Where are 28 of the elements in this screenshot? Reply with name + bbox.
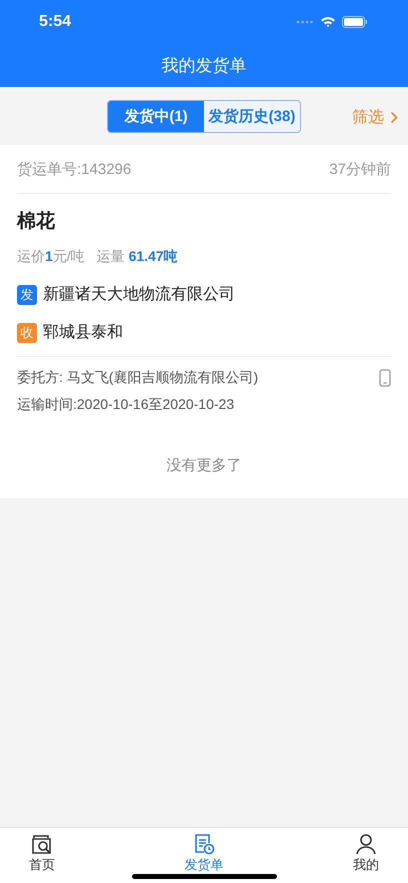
- transport-period: 运输时间:2020-10-16至2020-10-23: [17, 396, 236, 414]
- place-name: 新疆诸天大地物流有限公司: [43, 284, 235, 305]
- tab[interactable]: 发货中(1): [108, 100, 204, 132]
- user-icon: [355, 833, 377, 855]
- phone-icon[interactable]: [379, 369, 391, 387]
- battery-icon: [342, 16, 368, 28]
- end-note: 没有更多了: [166, 456, 242, 475]
- bottom-tab[interactable]: 我的: [349, 828, 383, 883]
- shipper-text: 委托方: 马文飞(襄阳吉顺物流有限公司): [17, 369, 258, 387]
- home-icon: [31, 833, 53, 855]
- freight-volume: 运量 61.47吨: [96, 248, 178, 266]
- page-title: 我的发货单: [162, 55, 246, 77]
- bottom-tab[interactable]: 发货单: [180, 828, 228, 883]
- tab[interactable]: 发货历史(38): [204, 100, 300, 132]
- order-number: 货运单号:143296: [17, 160, 132, 178]
- document-clock-icon: [193, 833, 215, 855]
- cargo-name: 棉花: [17, 210, 56, 234]
- filter-button[interactable]: 筛选: [348, 105, 402, 130]
- chevron-icon: [390, 111, 398, 124]
- signal-icon: [296, 20, 314, 24]
- place-name: 郓城县泰和: [43, 322, 123, 343]
- status-time: 5:54: [39, 13, 72, 31]
- stop-tag: 发: [17, 284, 37, 304]
- stop-tag: 收: [17, 322, 37, 342]
- wifi-icon: [320, 16, 336, 28]
- time-ago: 37分钟前: [329, 160, 391, 178]
- bottom-tab[interactable]: 首页: [25, 828, 59, 883]
- freight-rate: 运价1元/吨: [17, 248, 85, 266]
